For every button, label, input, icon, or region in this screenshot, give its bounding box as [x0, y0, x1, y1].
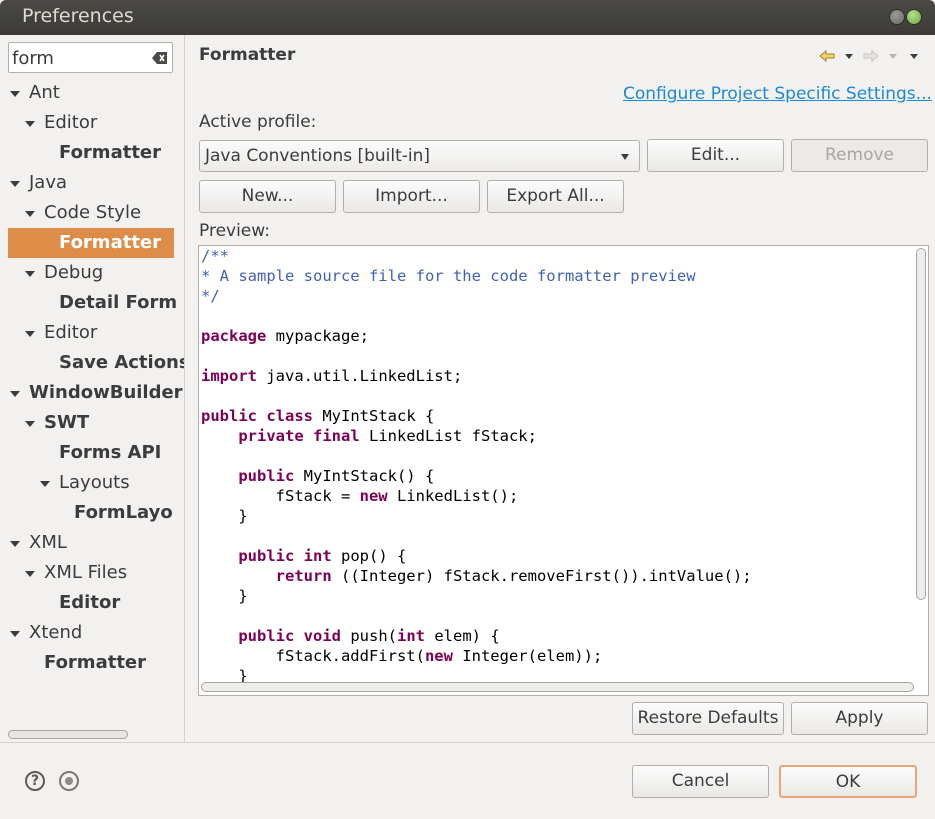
tree-item-label: Formatter	[59, 232, 162, 253]
code-line: public class MyIntStack {	[201, 407, 435, 425]
ok-button[interactable]: OK	[779, 765, 917, 798]
tree-item-ant-formatter[interactable]: Formatter	[8, 138, 178, 168]
configure-project-settings-link[interactable]: Configure Project Specific Settings...	[623, 84, 932, 104]
tree-item-java[interactable]: Java	[8, 168, 178, 198]
tree-item-xml-editor[interactable]: Editor	[8, 588, 178, 618]
record-icon[interactable]	[59, 771, 79, 791]
tree-item-label: Save Actions	[59, 352, 185, 373]
code-line: public int pop() {	[238, 547, 407, 565]
forward-icon[interactable]	[863, 49, 879, 63]
tree-horizontal-scrollbar[interactable]	[8, 730, 128, 739]
code-line: /**	[201, 247, 229, 265]
code-line: private final LinkedList fStack;	[238, 427, 537, 445]
maximize-button[interactable]	[906, 9, 922, 25]
code-preview[interactable]: /** * A sample source file for the code f…	[198, 245, 929, 696]
tree-item-ant-editor[interactable]: Editor	[8, 108, 178, 138]
code-line: ​	[201, 526, 752, 546]
tree-item-label: SWT	[44, 412, 90, 433]
window-title: Preferences	[22, 5, 134, 27]
import-button[interactable]: Import...	[343, 180, 480, 213]
chevron-down-icon	[621, 154, 629, 160]
tree-item-label: Formatter	[44, 652, 147, 673]
code-line: ​	[201, 386, 752, 406]
tree-item-label: WindowBuilder	[29, 382, 183, 403]
preview-label: Preview:	[199, 221, 270, 241]
help-icon[interactable]: ?	[25, 771, 45, 791]
code-line: public MyIntStack() {	[238, 467, 435, 485]
tree-item-label: Forms API	[59, 442, 162, 463]
export-all-button[interactable]: Export All...	[487, 180, 624, 213]
tree-item-label: Debug	[44, 262, 104, 283]
code-line: fStack.addFirst(new Integer(elem));	[201, 647, 603, 665]
tree-item-forms-api[interactable]: Forms API	[8, 438, 178, 468]
restore-defaults-button[interactable]: Restore Defaults	[632, 702, 784, 735]
dialog-button-bar: ? Cancel OK	[0, 742, 935, 819]
tree-item-layouts[interactable]: Layouts	[8, 468, 178, 498]
tree-item-ant[interactable]: Ant	[8, 78, 178, 108]
code-line: fStack = new LinkedList();	[201, 487, 519, 505]
tree-item-swt[interactable]: SWT	[8, 408, 178, 438]
preview-horizontal-scrollbar[interactable]	[201, 682, 914, 692]
filter-field[interactable]	[8, 42, 173, 73]
minimize-button[interactable]	[889, 9, 905, 25]
tree-item-xml-files[interactable]: XML Files	[8, 558, 178, 588]
tree-item-label: FormLayout	[74, 502, 174, 523]
tree-item-java-formatter[interactable]: Formatter	[8, 228, 174, 258]
code-line: public void push(int elem) {	[238, 627, 500, 645]
page-title: Formatter	[199, 45, 296, 65]
tree-item-code-style[interactable]: Code Style	[8, 198, 178, 228]
code-line: package mypackage;	[201, 327, 369, 345]
cancel-button[interactable]: Cancel	[632, 765, 769, 798]
tree-item-label: Formatter	[59, 142, 162, 163]
preference-tree-panel: Ant Editor Formatter Java Code Style For…	[0, 35, 185, 742]
preview-vertical-scrollbar[interactable]	[916, 248, 926, 600]
tree-item-xtend[interactable]: Xtend	[8, 618, 178, 648]
code-line: * A sample source file for the code form…	[201, 267, 696, 285]
code-line: ​	[201, 446, 752, 466]
tree-item-formlayout[interactable]: FormLayout	[8, 498, 174, 528]
forward-menu-icon[interactable]	[889, 54, 897, 59]
tree-item-xml[interactable]: XML	[8, 528, 178, 558]
code-line: return ((Integer) fStack.removeFirst()).…	[275, 567, 752, 585]
code-line: ​	[201, 606, 752, 626]
tree-item-save-actions[interactable]: Save Actions	[8, 348, 184, 378]
code-line: import java.util.LinkedList;	[201, 367, 463, 385]
tree-item-debug[interactable]: Debug	[8, 258, 178, 288]
profile-select[interactable]: Java Conventions [built-in]	[199, 140, 640, 172]
page-navigation	[819, 48, 919, 64]
menu-icon[interactable]	[910, 54, 918, 59]
tree-item-java-editor[interactable]: Editor	[8, 318, 178, 348]
tree-item-label: Layouts	[59, 472, 130, 493]
code-line: ​	[201, 346, 752, 366]
back-icon[interactable]	[819, 49, 835, 63]
code-line: }	[201, 587, 248, 605]
clear-filter-icon[interactable]	[152, 50, 168, 64]
tree-item-label: Editor	[44, 112, 98, 133]
tree-item-xtend-formatter[interactable]: Formatter	[8, 648, 178, 678]
code-line: }	[201, 507, 248, 525]
formatter-page: Formatter Configure Project Specific Set…	[186, 35, 935, 742]
new-button[interactable]: New...	[199, 180, 336, 213]
code-line: */	[201, 287, 220, 305]
profile-value: Java Conventions [built-in]	[205, 146, 431, 166]
tree-item-label: Editor	[44, 322, 98, 343]
apply-button[interactable]: Apply	[791, 702, 928, 735]
remove-button[interactable]: Remove	[791, 139, 928, 172]
tree-item-label: Detail Forma	[59, 292, 178, 313]
code-line: ​	[201, 306, 752, 326]
tree-item-label: Editor	[59, 592, 121, 613]
edit-button[interactable]: Edit...	[647, 139, 784, 172]
filter-input[interactable]	[12, 47, 147, 69]
tree-item-detail-formatters[interactable]: Detail Forma	[8, 288, 178, 318]
active-profile-label: Active profile:	[199, 112, 317, 132]
code-preview-text: /** * A sample source file for the code f…	[201, 246, 752, 686]
title-bar: Preferences	[0, 0, 935, 35]
back-menu-icon[interactable]	[845, 54, 853, 59]
tree-item-windowbuilder[interactable]: WindowBuilder	[8, 378, 183, 408]
